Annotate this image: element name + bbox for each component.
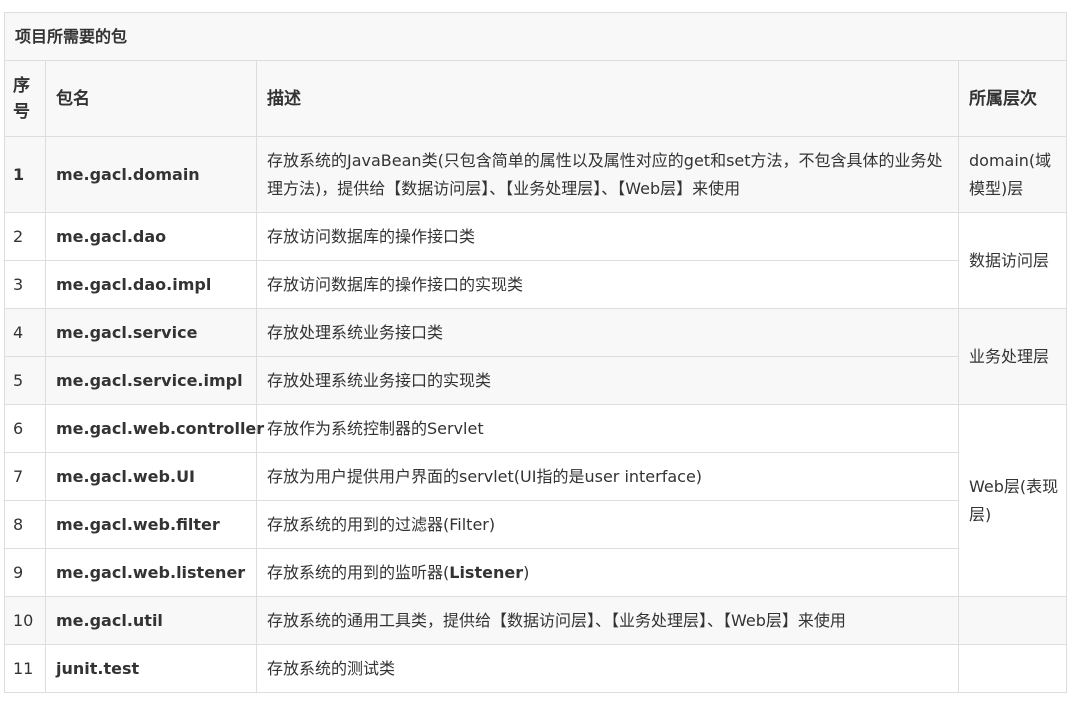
description-prefix: 存放系统的用到的监听器( — [267, 562, 450, 582]
row-number: 5 — [4, 356, 46, 405]
row-number: 9 — [4, 548, 46, 597]
table-row: 5 me.gacl.service.impl 存放处理系统业务接口的实现类 — [4, 356, 1067, 405]
layer-domain: domain(域模型)层 — [957, 136, 1068, 213]
package-name: me.gacl.web.UI — [45, 452, 257, 501]
package-description: 存放系统的通用工具类，提供给【数据访问层】、【业务处理层】、【Web层】来使用 — [256, 596, 959, 645]
package-description: 存放处理系统业务接口的实现类 — [256, 356, 959, 405]
package-name: me.gacl.web.filter — [45, 500, 257, 549]
table-row: 7 me.gacl.web.UI 存放为用户提供用户界面的servlet(UI指… — [4, 452, 1067, 501]
layer-service: 业务处理层 — [957, 308, 1068, 405]
header-seq: 序号 — [4, 60, 46, 137]
table-caption: 项目所需要的包 — [3, 12, 1068, 61]
package-name: me.gacl.web.controller — [45, 404, 264, 453]
package-table: 项目所需要的包 序号 包名 描述 所属层次 1 me.gacl.domain 存… — [3, 12, 1068, 693]
table-row: 10 me.gacl.util 存放系统的通用工具类，提供给【数据访问层】、【业… — [4, 596, 1068, 645]
package-description: 存放系统的JavaBean类(只包含简单的属性以及属性对应的get和set方法，… — [256, 136, 959, 213]
package-name: me.gacl.web.listener — [45, 548, 257, 597]
table-header-row: 序号 包名 描述 所属层次 — [4, 60, 1068, 137]
row-number: 1 — [4, 136, 46, 213]
row-number: 3 — [4, 260, 46, 309]
header-package: 包名 — [45, 60, 257, 137]
table-row: 1 me.gacl.domain 存放系统的JavaBean类(只包含简单的属性… — [4, 136, 1068, 213]
table-row: 11 junit.test 存放系统的测试类 — [4, 644, 1068, 693]
package-description: 存放系统的用到的监听器(Listener) — [256, 548, 959, 597]
layer-dao: 数据访问层 — [957, 212, 1068, 309]
table-row: 4 me.gacl.service 存放处理系统业务接口类 业务处理层 — [4, 308, 1068, 405]
table-row: 3 me.gacl.dao.impl 存放访问数据库的操作接口的实现类 — [4, 260, 1067, 309]
package-name: me.gacl.service — [45, 308, 257, 357]
layer-web: Web层(表现层) — [957, 404, 1068, 597]
header-description: 描述 — [256, 60, 959, 137]
description-suffix: ) — [523, 562, 530, 582]
package-description: 存放访问数据库的操作接口的实现类 — [256, 260, 959, 309]
package-description: 存放作为系统控制器的Servlet — [256, 404, 959, 453]
package-description: 存放访问数据库的操作接口类 — [256, 212, 959, 261]
package-name: me.gacl.domain — [45, 136, 257, 213]
row-number: 11 — [4, 644, 46, 693]
package-name: me.gacl.dao.impl — [45, 260, 257, 309]
package-description: 存放为用户提供用户界面的servlet(UI指的是user interface) — [256, 452, 959, 501]
package-name: junit.test — [45, 644, 257, 693]
header-layer: 所属层次 — [957, 60, 1068, 137]
table-row: 6 me.gacl.web.controller 存放作为系统控制器的Servl… — [4, 404, 1068, 597]
package-name: me.gacl.service.impl — [45, 356, 257, 405]
description-bold: Listener — [449, 562, 524, 582]
package-name: me.gacl.util — [45, 596, 257, 645]
row-number: 2 — [4, 212, 46, 261]
table-row: 2 me.gacl.dao 存放访问数据库的操作接口类 数据访问层 — [4, 212, 1068, 309]
package-description: 存放系统的用到的过滤器(Filter) — [256, 500, 959, 549]
package-description: 存放系统的测试类 — [256, 644, 959, 693]
package-name: me.gacl.dao — [45, 212, 257, 261]
row-number: 7 — [4, 452, 46, 501]
layer-test — [957, 644, 1068, 693]
row-number: 10 — [4, 596, 46, 645]
row-number: 4 — [4, 308, 46, 357]
package-table-container: 项目所需要的包 序号 包名 描述 所属层次 1 me.gacl.domain 存… — [3, 12, 1068, 693]
row-number: 8 — [4, 500, 46, 549]
layer-util — [957, 596, 1068, 645]
row-number: 6 — [4, 404, 46, 453]
table-row: 9 me.gacl.web.listener 存放系统的用到的监听器(Liste… — [4, 548, 1067, 597]
package-description: 存放处理系统业务接口类 — [256, 308, 959, 357]
table-row: 8 me.gacl.web.filter 存放系统的用到的过滤器(Filter) — [4, 500, 1067, 549]
